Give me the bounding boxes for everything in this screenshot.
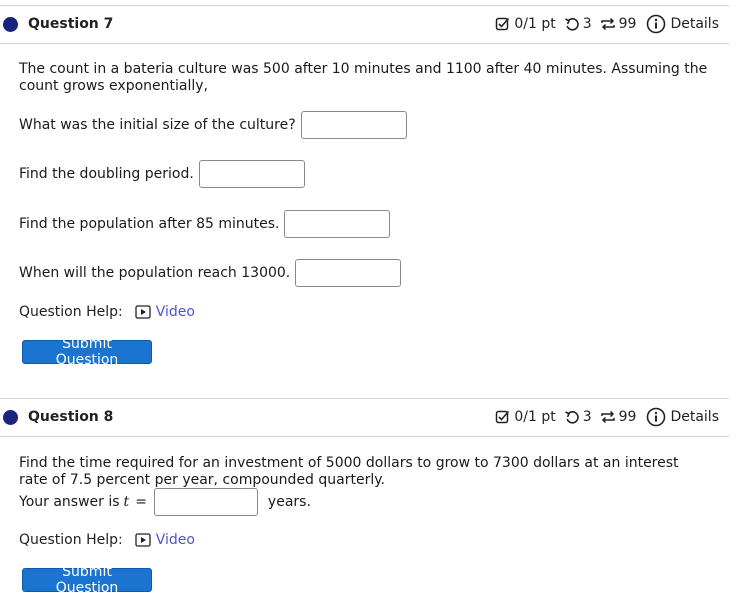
video-label: Video [155, 304, 195, 320]
time-answer-input[interactable] [153, 488, 258, 516]
attempts-count: 99 [618, 409, 637, 425]
question-status-dot [3, 17, 18, 32]
question-7-prompt: The count in a bateria culture was 500 a… [19, 61, 708, 94]
submit-question-button[interactable]: Submit Question [22, 336, 152, 368]
checkbox-edit-icon [495, 16, 511, 32]
doubling-period-input[interactable] [198, 160, 305, 188]
info-circle-icon [646, 407, 666, 427]
undo-arrow-icon [564, 409, 580, 425]
answer-equals: = [135, 494, 147, 510]
details-label: Details [670, 409, 719, 425]
part-d-label: When will the population reach 13000. [19, 265, 291, 281]
info-circle-icon [646, 14, 666, 34]
video-label: Video [155, 532, 195, 548]
question-help-label: Question Help: [19, 304, 123, 320]
play-box-icon [135, 305, 151, 319]
answer-prefix: Your answer is [19, 494, 120, 510]
play-box-icon [135, 533, 151, 547]
part-c-row: Find the population after 85 minutes. [19, 210, 391, 238]
answer-variable: t [123, 494, 130, 510]
question-7-title: Question 7 [28, 16, 114, 32]
question-8-title: Question 8 [28, 409, 114, 425]
score-text: 0/1 pt [514, 16, 556, 32]
attempts-group: 99 [600, 16, 637, 32]
question-7-meta: 0/1 pt 3 99 Details [495, 14, 719, 34]
repeat-arrows-icon [600, 16, 616, 32]
repeat-arrows-icon [600, 409, 616, 425]
initial-size-input[interactable] [300, 111, 407, 139]
attempts-count: 99 [618, 16, 637, 32]
details-link[interactable]: Details [646, 14, 719, 34]
submit-question-button[interactable]: Submit Question [22, 564, 152, 596]
question-8-help: Question Help: Video [19, 532, 195, 548]
checkbox-edit-icon [495, 409, 511, 425]
retries-group: 3 [564, 16, 592, 32]
retries-count: 3 [582, 409, 592, 425]
reach-13000-input[interactable] [295, 259, 402, 287]
part-d-row: When will the population reach 13000. [19, 259, 402, 287]
retries-count: 3 [582, 16, 592, 32]
score-group: 0/1 pt [495, 409, 556, 425]
answer-row: Your answer is t = years. [19, 488, 311, 516]
score-group: 0/1 pt [495, 16, 556, 32]
part-b-label: Find the doubling period. [19, 166, 194, 182]
attempts-group: 99 [600, 409, 637, 425]
question-8-meta: 0/1 pt 3 99 Details [495, 407, 719, 427]
undo-arrow-icon [564, 16, 580, 32]
details-label: Details [670, 16, 719, 32]
question-help-label: Question Help: [19, 532, 123, 548]
part-a-label: What was the initial size of the culture… [19, 117, 296, 133]
video-link[interactable]: Video [135, 532, 195, 548]
video-link[interactable]: Video [135, 304, 195, 320]
question-8-prompt: Find the time required for an investment… [19, 455, 679, 488]
population-85-input[interactable] [284, 210, 391, 238]
score-text: 0/1 pt [514, 409, 556, 425]
question-7-help: Question Help: Video [19, 304, 195, 320]
retries-group: 3 [564, 409, 592, 425]
details-link[interactable]: Details [646, 407, 719, 427]
part-c-label: Find the population after 85 minutes. [19, 216, 280, 232]
question-status-dot [3, 410, 18, 425]
question-7-header: Question 7 0/1 pt 3 99 Details [0, 5, 729, 44]
part-b-row: Find the doubling period. [19, 160, 305, 188]
answer-units: years. [267, 494, 311, 510]
part-a-row: What was the initial size of the culture… [19, 111, 407, 139]
question-8-header: Question 8 0/1 pt 3 99 Details [0, 398, 729, 437]
